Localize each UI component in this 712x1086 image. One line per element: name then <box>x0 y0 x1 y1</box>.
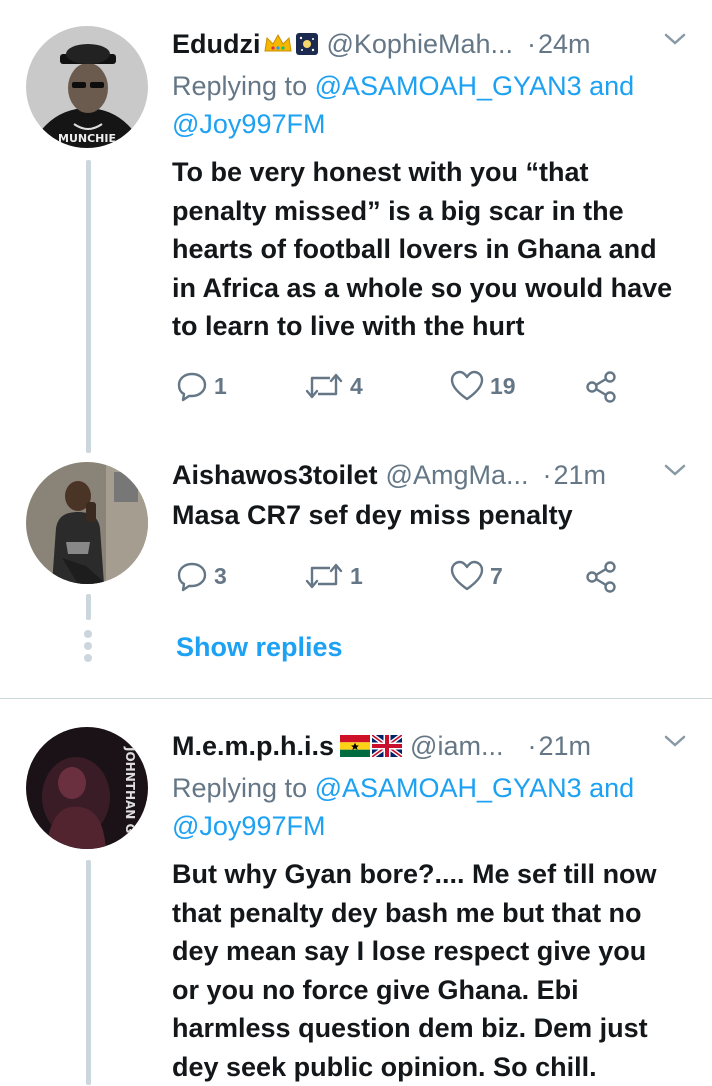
show-replies-link[interactable]: Show replies <box>176 632 343 663</box>
retweet-count: 4 <box>350 373 363 400</box>
display-name[interactable]: M.e.m.p.h.i.s <box>172 731 334 762</box>
reply-icon <box>176 370 208 402</box>
tweet-text-line: penalty missed” is a big scar in the <box>172 192 697 231</box>
mention-link[interactable]: @ASAMOAH_GYAN3 <box>315 773 582 803</box>
like-button[interactable]: 19 <box>450 370 516 402</box>
uk-flag-emoji-icon <box>372 735 402 757</box>
tweet-text-line: Masa CR7 sef dey miss penalty <box>172 496 697 535</box>
tweet-text-line: harmless question dem biz. Dem just <box>172 1009 697 1048</box>
retweet-count: 1 <box>350 563 363 590</box>
heart-icon <box>450 370 484 402</box>
divider <box>0 698 712 699</box>
tweet-header: M.e.m.p.h.i.s @iam... · 21m <box>172 726 692 766</box>
crown-emoji-icon <box>263 33 293 55</box>
avatar-image-dark-figure: JOHNTHAN G <box>26 727 148 849</box>
tweet-text-line: hearts of football lovers in Ghana and <box>172 230 697 269</box>
user-handle[interactable]: @KophieMah... <box>327 29 514 60</box>
timestamp[interactable]: 21m <box>553 460 606 491</box>
replying-to: Replying to @ASAMOAH_GYAN3 and @Joy997FM <box>172 67 692 143</box>
reply-button[interactable]: 1 <box>176 370 227 402</box>
like-count: 7 <box>490 563 503 590</box>
separator-dot: · <box>527 29 536 60</box>
tweet-text-line: or you no force give Ghana. Ebi <box>172 971 697 1010</box>
avatar[interactable]: JOHNTHAN G <box>26 727 148 849</box>
more-replies-dots <box>84 630 92 666</box>
timestamp[interactable]: 21m <box>538 731 591 762</box>
tweet-actions: 1 4 19 <box>172 370 632 410</box>
svg-text:MUNCHIE: MUNCHIE <box>58 132 116 145</box>
thread-line <box>86 160 91 453</box>
retweet-button[interactable]: 4 <box>304 370 363 402</box>
mention-and[interactable]: and <box>589 773 634 803</box>
chevron-down-icon[interactable] <box>662 457 688 490</box>
mention-link[interactable]: @Joy997FM <box>172 811 325 841</box>
thread-line <box>86 594 91 620</box>
reply-icon <box>176 560 208 592</box>
tweet-text-line: that penalty dey bash me but that no <box>172 894 697 933</box>
avatar[interactable]: MUNCHIE <box>26 26 148 148</box>
tweet-text-line: To be very honest with you “that <box>172 153 697 192</box>
tweet-text-line: dey seek public opinion. So chill. <box>172 1048 697 1086</box>
like-button[interactable]: 7 <box>450 560 503 592</box>
reply-count: 3 <box>214 563 227 590</box>
share-button[interactable] <box>584 370 618 404</box>
share-icon <box>584 560 618 594</box>
chevron-down-icon[interactable] <box>662 26 688 59</box>
reply-count: 1 <box>214 373 227 400</box>
display-name[interactable]: Edudzi <box>172 29 261 60</box>
like-count: 19 <box>490 373 516 400</box>
svg-text:JOHNTHAN G: JOHNTHAN G <box>123 746 137 833</box>
separator-dot: · <box>542 460 551 491</box>
tweet-actions: 3 1 7 <box>172 560 632 600</box>
retweet-icon <box>304 370 344 402</box>
retweet-button[interactable]: 1 <box>304 560 363 592</box>
tweet-text-line: to learn to live with the hurt <box>172 307 697 346</box>
mention-link[interactable]: @ASAMOAH_GYAN3 <box>315 71 582 101</box>
avatar[interactable] <box>26 462 148 584</box>
tweet-text-line: in Africa as a whole so you would have <box>172 269 697 308</box>
mention-link[interactable]: @Joy997FM <box>172 109 325 139</box>
user-handle[interactable]: @AmgMa... <box>386 460 529 491</box>
avatar-image-munchies: MUNCHIE <box>26 26 148 148</box>
display-name[interactable]: Aishawos3toilet <box>172 460 378 491</box>
share-button[interactable] <box>584 560 618 594</box>
tweet-text: To be very honest with you “that penalty… <box>172 153 697 346</box>
avatar-image-man-phone <box>26 462 148 584</box>
ghana-flag-emoji-icon <box>340 735 370 757</box>
timestamp[interactable]: 24m <box>538 29 591 60</box>
share-icon <box>584 370 618 404</box>
tweet-text-line: dey mean say I lose respect give you <box>172 932 697 971</box>
chevron-down-icon[interactable] <box>662 728 688 761</box>
tweet-header: Aishawos3toilet @AmgMa... · 21m <box>172 455 692 495</box>
replying-to-label: Replying to <box>172 71 307 101</box>
tweet-header: Edudzi @KophieMah... · 24m <box>172 24 692 64</box>
tweet-text: Masa CR7 sef dey miss penalty <box>172 496 697 535</box>
tweet-text: But why Gyan bore?.... Me sef till now t… <box>172 855 697 1086</box>
thread-line <box>86 860 91 1085</box>
retweet-icon <box>304 560 344 592</box>
reply-button[interactable]: 3 <box>176 560 227 592</box>
tweet-text-line: But why Gyan bore?.... Me sef till now <box>172 855 697 894</box>
replying-to-label: Replying to <box>172 773 307 803</box>
sparkle-night-emoji-icon <box>295 32 319 56</box>
separator-dot: · <box>527 731 536 762</box>
replying-to: Replying to @ASAMOAH_GYAN3 and @Joy997FM <box>172 769 692 845</box>
heart-icon <box>450 560 484 592</box>
user-handle[interactable]: @iam... <box>410 731 503 762</box>
mention-and[interactable]: and <box>589 71 634 101</box>
